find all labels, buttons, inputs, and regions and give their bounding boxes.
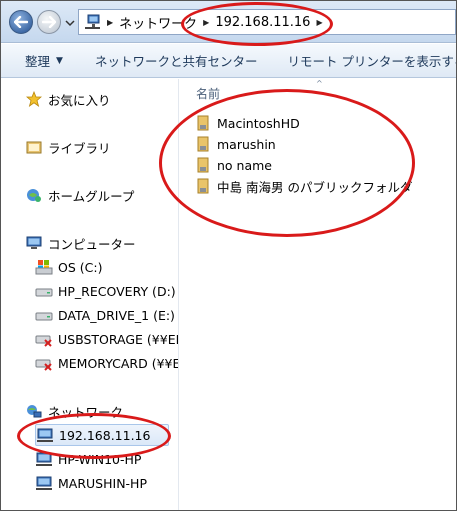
command-bar: 整理 ▼ ネットワークと共有センター リモート プリンターを表示する (1, 44, 456, 78)
shared-folder-icon (196, 157, 212, 173)
breadcrumb-network[interactable]: ネットワーク (119, 13, 197, 32)
view-remote-printers-button[interactable]: リモート プリンターを表示する (277, 51, 456, 70)
navigation-pane: お気に入り ライブラリ ホームグループ コンピューター OS (C:) HP_R… (1, 79, 179, 510)
library-icon (25, 138, 43, 156)
sidebar-item-drive-d[interactable]: HP_RECOVERY (D:) (35, 280, 176, 302)
list-item[interactable]: no name (196, 155, 272, 175)
computer-icon (25, 234, 43, 252)
network-computer-icon (36, 426, 54, 444)
list-item-label: marushin (217, 136, 276, 152)
sidebar-item-drive-c[interactable]: OS (C:) (35, 256, 102, 278)
network-sharing-center-button[interactable]: ネットワークと共有センター (75, 51, 278, 70)
sidebar-item-homegroup[interactable]: ホームグループ (25, 184, 134, 206)
breadcrumb-separator-icon[interactable]: ▶ (203, 18, 209, 27)
sort-ascending-icon: ^ (316, 79, 323, 88)
sidebar-item-label: コンピューター (48, 236, 136, 252)
sidebar-item-label: HP-WIN10-HP (58, 451, 142, 467)
view-remote-printers-label: リモート プリンターを表示する (287, 54, 456, 69)
sidebar-item-computer[interactable]: コンピューター (25, 232, 136, 254)
sidebar-item-label: ホームグループ (48, 188, 135, 204)
sidebar-item-host[interactable]: HP-WIN10-HP (35, 448, 141, 470)
sidebar-item-label: HP_RECOVERY (D:) (58, 283, 176, 299)
network-sharing-center-label: ネットワークと共有センター (94, 54, 258, 69)
sidebar-item-drive-e[interactable]: DATA_DRIVE_1 (E:) (35, 304, 175, 326)
list-item-label: MacintoshHD (217, 115, 300, 131)
sidebar-item-label: OS (C:) (58, 259, 103, 275)
sidebar-item-host-selected[interactable]: 192.168.11.16 (35, 424, 169, 446)
organize-label: 整理 (25, 54, 51, 69)
list-item[interactable]: 中島 南海男 のパブリックフォルダ (196, 176, 412, 196)
address-bar-area: ▶ ネットワーク ▶ 192.168.11.16 ▶ (1, 1, 456, 43)
disconnected-drive-icon (35, 354, 53, 372)
explorer-window: ▶ ネットワーク ▶ 192.168.11.16 ▶ 整理 ▼ ネットワークと共… (0, 0, 457, 511)
sidebar-item-label: お気に入り (48, 92, 111, 108)
sidebar-item-host[interactable]: MARUSHIN-HP (35, 472, 147, 494)
sidebar-item-memorycard[interactable]: MEMORYCARD (¥¥El (35, 352, 179, 374)
disconnected-drive-icon (35, 330, 53, 348)
list-item-label: 中島 南海男 のパブリックフォルダ (217, 179, 413, 195)
back-arrow-icon (14, 16, 28, 28)
column-header-name[interactable]: 名前 (196, 85, 220, 102)
forward-arrow-icon (42, 16, 56, 28)
sidebar-item-label: ネットワーク (48, 404, 124, 420)
recent-pages-chevron-down-icon[interactable] (65, 18, 75, 28)
sidebar-item-libraries[interactable]: ライブラリ (25, 136, 111, 158)
network-computer-icon (35, 450, 53, 468)
sidebar-item-label: ライブラリ (48, 140, 111, 156)
shared-folder-icon (196, 136, 212, 152)
list-item[interactable]: MacintoshHD (196, 113, 300, 133)
sidebar-item-label: USBSTORAGE (¥¥EP (58, 331, 179, 347)
organize-button[interactable]: 整理 ▼ (17, 51, 75, 70)
breadcrumb-separator-icon[interactable]: ▶ (316, 18, 322, 27)
sidebar-item-label: DATA_DRIVE_1 (E:) (58, 307, 175, 323)
hard-drive-icon (35, 282, 53, 300)
forward-button[interactable] (37, 10, 61, 34)
sidebar-item-usbstorage[interactable]: USBSTORAGE (¥¥EP (35, 328, 179, 350)
chevron-down-icon: ▼ (56, 55, 63, 66)
shared-folder-icon (196, 115, 212, 131)
sidebar-item-label: 192.168.11.16 (59, 427, 151, 443)
breadcrumb-host[interactable]: 192.168.11.16 (215, 15, 310, 30)
network-icon (25, 402, 43, 420)
star-icon (25, 90, 43, 108)
sidebar-item-network[interactable]: ネットワーク (25, 400, 123, 422)
back-button[interactable] (9, 10, 33, 34)
file-list-pane: ^ 名前 MacintoshHD marushin no name 中島 南海男 (180, 79, 456, 510)
list-item[interactable]: marushin (196, 134, 276, 154)
breadcrumb-separator-icon[interactable]: ▶ (107, 18, 113, 27)
sidebar-item-label: MARUSHIN-HP (58, 475, 147, 491)
network-icon (85, 14, 100, 29)
network-computer-icon (35, 474, 53, 492)
homegroup-icon (25, 186, 43, 204)
sidebar-item-label: MEMORYCARD (¥¥El (58, 355, 179, 371)
address-field[interactable]: ▶ ネットワーク ▶ 192.168.11.16 ▶ (78, 9, 456, 35)
os-drive-icon (35, 258, 53, 276)
hard-drive-icon (35, 306, 53, 324)
list-item-label: no name (217, 157, 272, 173)
shared-folder-icon (196, 178, 212, 194)
sidebar-item-favorites[interactable]: お気に入り (25, 88, 111, 110)
